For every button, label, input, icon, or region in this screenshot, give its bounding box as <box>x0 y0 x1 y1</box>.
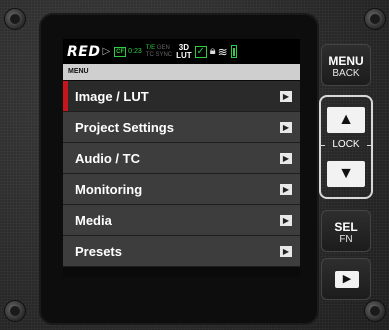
status-bar: RED ▷ CF 0:23 T/E GEN TC SYNC 3D LUT ✓ 🔒… <box>63 39 300 64</box>
sel-fn-button[interactable]: SEL FN <box>321 210 371 252</box>
media-type-badge: CF <box>114 46 127 57</box>
battery-icon <box>230 45 237 58</box>
menu-item-label: Presets <box>75 243 122 259</box>
back-button-label: BACK <box>332 68 360 79</box>
chevron-right-icon: ▶ <box>280 122 292 133</box>
chevron-right-icon: ▶ <box>280 246 292 257</box>
navigation-lock-group: ▲ LOCK ▼ <box>319 95 373 199</box>
wifi-icon: ≋ <box>217 44 228 59</box>
camera-side-panel: RED ▷ CF 0:23 T/E GEN TC SYNC 3D LUT ✓ 🔒… <box>0 0 389 330</box>
te-label: T/E <box>145 44 156 51</box>
menu-list: Image / LUT ▶ Project Settings ▶ Audio /… <box>63 81 300 267</box>
menu-back-button[interactable]: MENU BACK <box>321 44 371 86</box>
up-arrow-button[interactable]: ▲ <box>327 107 365 133</box>
menu-item-label: Project Settings <box>75 119 174 135</box>
lock-divider-right <box>367 145 373 146</box>
fn-button-label: FN <box>339 234 353 245</box>
sync-label: SYNC <box>155 51 173 58</box>
menu-item-image-lut[interactable]: Image / LUT ▶ <box>63 81 300 112</box>
menu-item-project-settings[interactable]: Project Settings ▶ <box>63 112 300 143</box>
menu-item-audio-tc[interactable]: Audio / TC ▶ <box>63 143 300 174</box>
down-arrow-button[interactable]: ▼ <box>327 161 365 187</box>
selection-indicator <box>63 81 68 111</box>
menu-item-label: Media <box>75 212 112 228</box>
chevron-right-icon: ▶ <box>280 153 292 164</box>
screw-top-right <box>364 8 386 30</box>
menu-item-label: Audio / TC <box>75 150 140 166</box>
menu-item-presets[interactable]: Presets ▶ <box>63 236 300 267</box>
screw-bottom-right <box>364 300 386 322</box>
red-logo: RED <box>67 43 101 60</box>
sel-button-label: SEL <box>334 220 358 234</box>
media-remaining-time: 0:23 <box>128 48 142 55</box>
menu-item-monitoring[interactable]: Monitoring ▶ <box>63 174 300 205</box>
menu-button-label: MENU <box>328 54 364 68</box>
menu-item-label: Monitoring <box>75 181 143 197</box>
play-button[interactable]: ▶ <box>321 258 371 300</box>
chevron-right-icon: ▶ <box>280 215 292 226</box>
lut-3d-icon: 3D LUT <box>176 43 192 60</box>
screw-bottom-left <box>4 300 26 322</box>
menu-title: MENU <box>63 64 300 80</box>
tc-label: TC <box>145 51 154 58</box>
lcd-screen: RED ▷ CF 0:23 T/E GEN TC SYNC 3D LUT ✓ 🔒… <box>63 39 300 277</box>
play-icon: ▶ <box>335 271 359 288</box>
play-indicator-icon: ▷ <box>102 46 111 57</box>
menu-item-media[interactable]: Media ▶ <box>63 205 300 236</box>
lock-label: LOCK <box>332 139 360 150</box>
chevron-right-icon: ▶ <box>280 184 292 195</box>
lock-icon: 🔒︎ <box>209 45 216 57</box>
check-icon: ✓ <box>194 45 207 58</box>
gen-label: GEN <box>156 44 170 51</box>
menu-item-label: Image / LUT <box>75 88 149 104</box>
timecode-status: T/E GEN TC SYNC <box>146 45 172 59</box>
screw-top-left <box>4 8 26 30</box>
chevron-right-icon: ▶ <box>280 91 292 102</box>
lut-bottom: LUT <box>176 50 192 60</box>
